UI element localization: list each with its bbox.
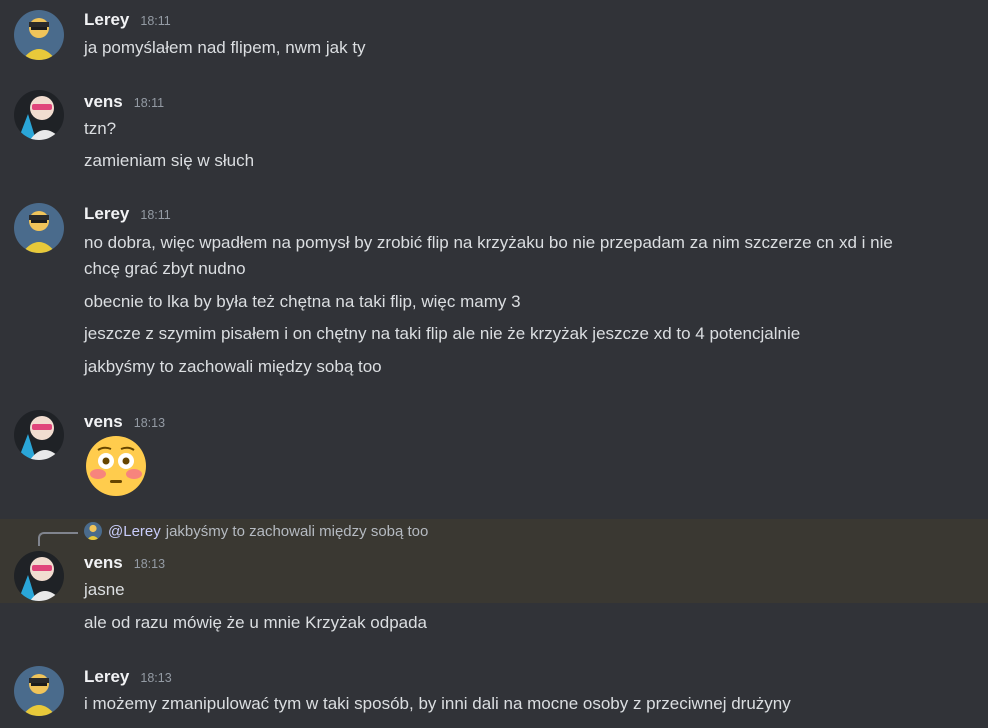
message-text: obecnie to lka by była też chętna na tak…: [84, 292, 521, 311]
reply-mention[interactable]: @Lerey: [108, 523, 161, 540]
user-avatar-vens[interactable]: [14, 410, 64, 460]
avatar-vens-icon: [14, 90, 64, 140]
avatar-lerey-icon: [84, 522, 102, 540]
username[interactable]: vens: [84, 553, 123, 573]
user-avatar-vens[interactable]: [14, 90, 64, 140]
reply-reference[interactable]: @Lerey jakbyśmy to zachowali między sobą…: [84, 522, 428, 540]
avatar-vens-icon: [14, 551, 64, 601]
username[interactable]: vens: [84, 412, 123, 432]
message-text: ja pomyślałem nad flipem, nwm jak ty: [84, 38, 366, 57]
timestamp: 18:13: [133, 416, 166, 430]
message-text: chcę grać zbyt nudno: [84, 259, 246, 278]
message-text: no dobra, więc wpadłem na pomysł by zrob…: [84, 233, 893, 252]
message-text: jeszcze z szymim pisałem i on chętny na …: [84, 324, 801, 343]
timestamp: 18:11: [133, 96, 165, 110]
message-text: tzn?: [84, 119, 117, 138]
message-text: jakbyśmy to zachowali między sobą too: [84, 357, 382, 376]
user-avatar-lerey[interactable]: [14, 10, 64, 60]
avatar-lerey-icon: [14, 10, 64, 60]
username[interactable]: vens: [84, 92, 123, 112]
username[interactable]: Lerey: [84, 667, 129, 687]
message-text: i możemy zmanipulować tym w taki sposób,…: [84, 694, 791, 713]
user-avatar-lerey[interactable]: [14, 203, 64, 253]
avatar-lerey-icon: [14, 203, 64, 253]
avatar-vens-icon: [14, 410, 64, 460]
reply-connector: [38, 532, 78, 546]
timestamp: 18:11: [140, 208, 171, 222]
timestamp: 18:13: [133, 557, 166, 571]
reply-avatar: [84, 522, 102, 540]
avatar-lerey-icon: [14, 666, 64, 716]
timestamp: 18:11: [140, 14, 171, 28]
username[interactable]: Lerey: [84, 10, 129, 30]
user-avatar-vens[interactable]: [14, 551, 64, 601]
message-text: zamieniam się w słuch: [84, 151, 255, 170]
username[interactable]: Lerey: [84, 204, 129, 224]
reply-preview-text: jakbyśmy to zachowali między sobą too: [165, 522, 429, 540]
message-text: ale od razu mówię że u mnie Krzyżak odpa…: [84, 613, 428, 632]
user-avatar-lerey[interactable]: [14, 666, 64, 716]
message-text: jasne: [84, 580, 125, 599]
timestamp: 18:13: [140, 671, 172, 685]
flushed-face-emoji[interactable]: [84, 434, 148, 498]
